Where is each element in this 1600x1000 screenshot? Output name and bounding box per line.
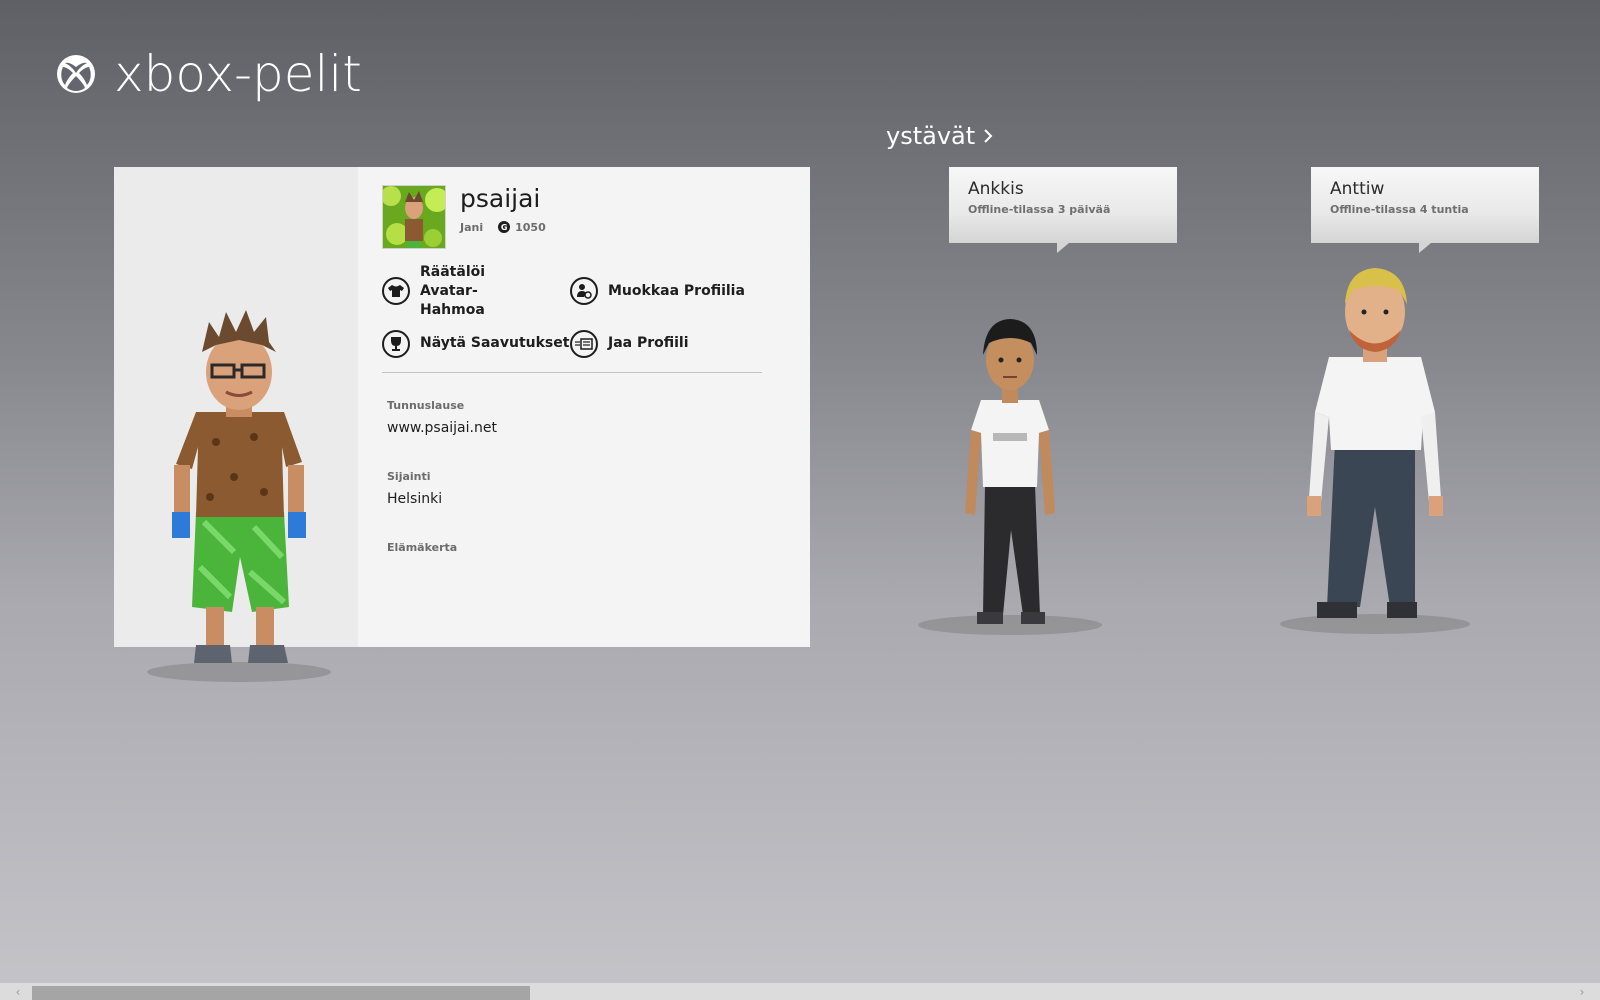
gamertag: psaijai xyxy=(460,184,541,213)
friend-name: Anttiw xyxy=(1330,179,1385,199)
location-label: Sijainti xyxy=(387,469,431,483)
chevron-right-icon xyxy=(984,129,993,143)
friend-status: Offline-tilassa 3 päivää xyxy=(968,203,1111,216)
view-achievements-button[interactable]: Näytä Saavutukset xyxy=(382,329,570,358)
profile-card: psaijai Jani G 1050 Räätälöi Avatar-Hahm… xyxy=(114,167,810,682)
friend-name: Ankkis xyxy=(968,179,1024,199)
share-profile-icon xyxy=(570,329,598,358)
xbox-logo-icon xyxy=(57,55,95,93)
scroll-thumb[interactable] xyxy=(32,986,530,1000)
shirt-icon xyxy=(382,277,410,306)
gamerscore-value: 1050 xyxy=(515,220,546,234)
app-title: xbox-pelit xyxy=(114,45,362,103)
friend-card-anttiw[interactable]: Anttiw Offline-tilassa 4 tuntia xyxy=(1311,167,1539,253)
bio-label: Elämäkerta xyxy=(387,540,458,554)
share-profile-button[interactable]: Jaa Profiili xyxy=(570,329,760,358)
location-value: Helsinki xyxy=(387,490,443,507)
gamerpic-image[interactable] xyxy=(382,185,446,249)
scroll-right-arrow-icon[interactable]: › xyxy=(1570,983,1594,1000)
gamer-row: psaijai Jani G 1050 xyxy=(382,185,762,249)
gamerscore-icon: G xyxy=(498,221,511,233)
friends-header-label: ystävät xyxy=(886,122,976,150)
motto-value: www.psaijai.net xyxy=(387,419,497,436)
profile-actions: Räätälöi Avatar-Hahmoa Muokkaa Profiilia… xyxy=(382,263,762,358)
bio-field: Elämäkerta xyxy=(387,541,762,554)
trophy-icon xyxy=(382,329,410,358)
location-field: Sijainti Helsinki xyxy=(387,470,762,507)
motto-label: Tunnuslause xyxy=(387,398,465,412)
edit-profile-icon xyxy=(570,277,598,306)
friends-header-link[interactable]: ystävät xyxy=(886,122,995,150)
edit-profile-label: Muokkaa Profiilia xyxy=(608,282,745,299)
friend-status: Offline-tilassa 4 tuntia xyxy=(1330,203,1469,216)
divider xyxy=(382,371,762,373)
profile-info-panel: psaijai Jani G 1050 Räätälöi Avatar-Hahm… xyxy=(382,185,762,554)
share-profile-label: Jaa Profiili xyxy=(608,335,689,352)
horizontal-scrollbar[interactable]: ‹ › xyxy=(0,983,1600,1000)
view-achievements-label: Näytä Saavutukset xyxy=(420,335,570,352)
gamer-meta: Jani G 1050 xyxy=(460,221,546,234)
scroll-left-arrow-icon[interactable]: ‹ xyxy=(6,983,30,1000)
friend-card-ankkis[interactable]: Ankkis Offline-tilassa 3 päivää xyxy=(949,167,1177,253)
friend-avatar-anttiw[interactable] xyxy=(1275,262,1475,642)
user-avatar[interactable] xyxy=(134,307,344,687)
customize-avatar-button[interactable]: Räätälöi Avatar-Hahmoa xyxy=(382,263,570,320)
edit-profile-button[interactable]: Muokkaa Profiilia xyxy=(570,263,760,320)
friend-avatar-ankkis[interactable] xyxy=(915,315,1105,645)
motto-field: Tunnuslause www.psaijai.net xyxy=(387,399,762,436)
customize-avatar-label: Räätälöi Avatar-Hahmoa xyxy=(420,264,486,318)
app-header: xbox-pelit xyxy=(56,44,362,104)
real-name: Jani xyxy=(460,220,484,234)
